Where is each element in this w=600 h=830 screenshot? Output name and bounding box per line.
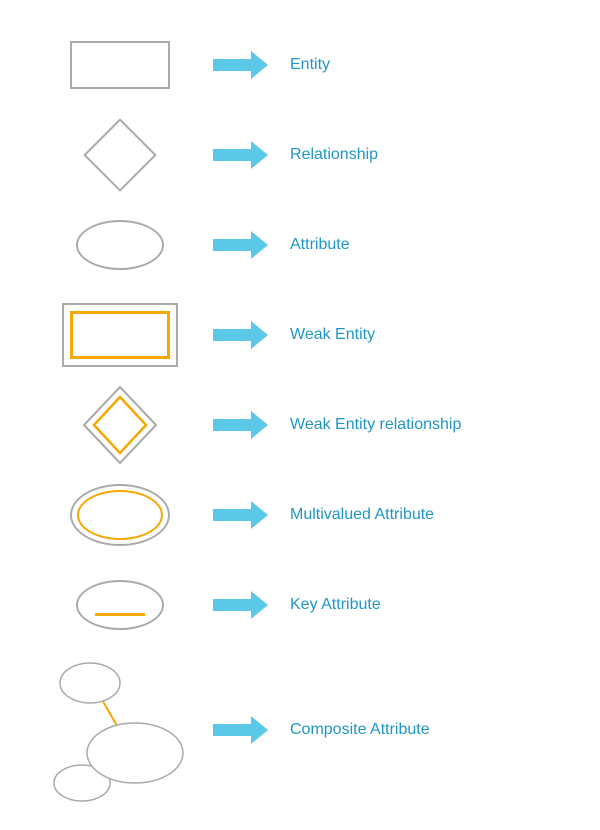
key-label: Key Attribute (290, 596, 381, 614)
shape-area-entity (40, 41, 200, 89)
shape-area-key (40, 580, 200, 630)
entity-shape (70, 41, 170, 89)
label-area-entity: Entity (280, 56, 500, 74)
shape-area-composite (40, 650, 200, 810)
label-area-weak-rel: Weak Entity relationship (280, 416, 500, 434)
attribute-shape (76, 220, 164, 270)
arrow-icon-composite (213, 716, 268, 744)
composite-attribute-shape (40, 653, 200, 808)
arrow-area-multivalued (200, 501, 280, 529)
key-attribute-shape (76, 580, 164, 630)
multivalued-label: Multivalued Attribute (290, 506, 434, 524)
legend-row-weak-rel: Weak Entity relationship (40, 380, 560, 470)
arrow-icon-weak-rel (213, 411, 268, 439)
shape-area-relationship (40, 129, 200, 181)
weak-entity-relationship-shape (80, 385, 160, 465)
arrow-area-weak-rel (200, 411, 280, 439)
multivalued-shape (77, 490, 163, 540)
composite-label: Composite Attribute (290, 721, 430, 739)
arrow-icon-attribute (213, 231, 268, 259)
entity-label: Entity (290, 56, 330, 74)
weak-entity-label: Weak Entity (290, 326, 375, 344)
shape-area-attribute (40, 220, 200, 270)
label-area-multivalued: Multivalued Attribute (280, 506, 500, 524)
legend-row-multivalued: Multivalued Attribute (40, 470, 560, 560)
arrow-area-composite (200, 716, 280, 744)
label-area-key: Key Attribute (280, 596, 500, 614)
arrow-icon-weak-entity (213, 321, 268, 349)
legend-row-weak-entity: Weak Entity (40, 290, 560, 380)
relationship-shape (83, 118, 157, 192)
legend-row-attribute: Attribute (40, 200, 560, 290)
arrow-area-entity (200, 51, 280, 79)
label-area-weak-entity: Weak Entity (280, 326, 500, 344)
arrow-icon-entity (213, 51, 268, 79)
arrow-icon-key (213, 591, 268, 619)
legend-row-relationship: Relationship (40, 110, 560, 200)
arrow-area-attribute (200, 231, 280, 259)
label-area-relationship: Relationship (280, 146, 500, 164)
shape-area-weak-rel (40, 385, 200, 465)
relationship-label: Relationship (290, 146, 378, 164)
shape-area-multivalued (40, 484, 200, 546)
legend-row-key: Key Attribute (40, 560, 560, 650)
key-underline (95, 613, 145, 616)
attribute-label: Attribute (290, 236, 350, 254)
label-area-composite: Composite Attribute (280, 721, 500, 739)
arrow-area-weak-entity (200, 321, 280, 349)
weak-entity-shape (70, 311, 170, 359)
label-area-attribute: Attribute (280, 236, 500, 254)
arrow-icon-multivalued (213, 501, 268, 529)
legend-row-composite: Composite Attribute (40, 650, 560, 810)
arrow-area-key (200, 591, 280, 619)
arrow-area-relationship (200, 141, 280, 169)
weak-rel-label: Weak Entity relationship (290, 416, 461, 434)
legend-row-entity: Entity (40, 20, 560, 110)
arrow-icon-relationship (213, 141, 268, 169)
legend-container: Entity Relationship Attribute (0, 0, 600, 830)
shape-area-weak-entity (40, 303, 200, 367)
